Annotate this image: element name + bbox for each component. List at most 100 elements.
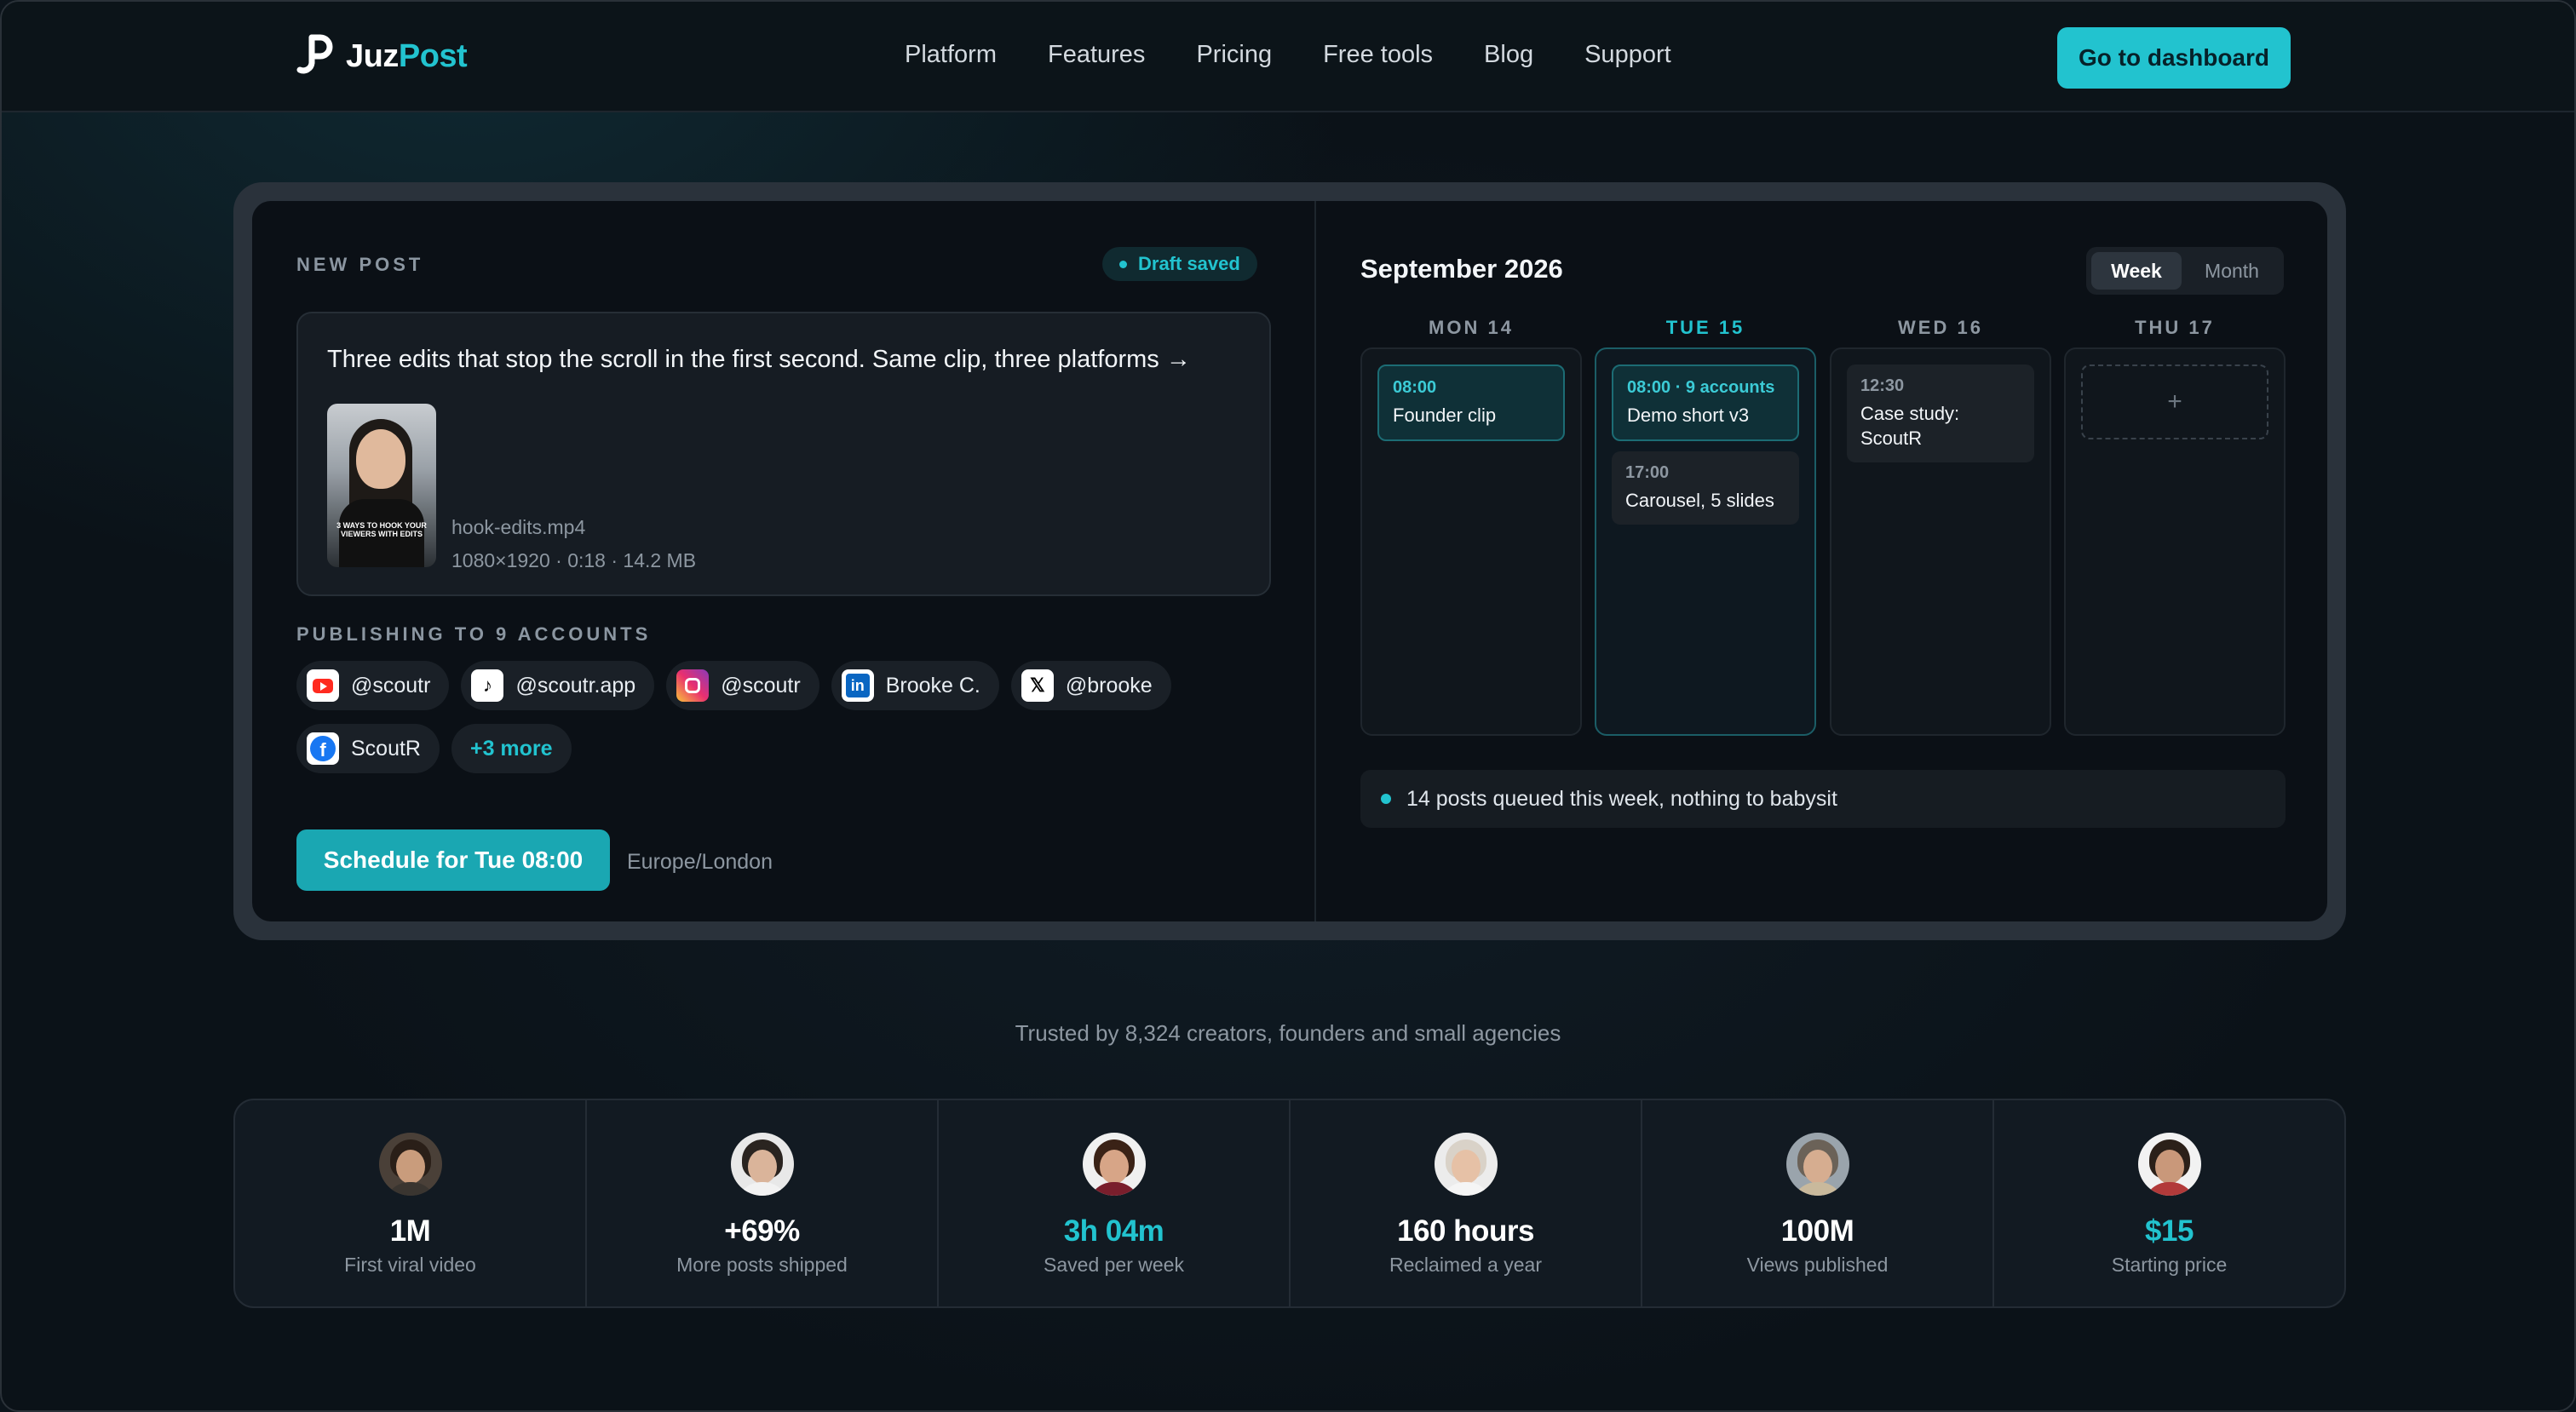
thumbnail-face xyxy=(356,429,405,489)
nav-link-support[interactable]: Support xyxy=(1584,41,1671,69)
browser-window: JuzPost Platform Features Pricing Free t… xyxy=(0,0,2576,1412)
post-title: Founder clip xyxy=(1393,405,1497,426)
avatar-face xyxy=(2154,1150,2184,1184)
stat-label: Views published xyxy=(1746,1254,1889,1276)
avatar-face xyxy=(1803,1150,1832,1184)
avatar-body xyxy=(1439,1182,1492,1196)
scheduled-post[interactable]: 17:00 Carousel, 5 slides xyxy=(1612,451,1799,525)
status-dot-icon xyxy=(1381,794,1391,804)
youtube-icon xyxy=(307,669,339,702)
nav-link-free-tools[interactable]: Free tools xyxy=(1323,41,1433,69)
avatar-body xyxy=(1087,1182,1141,1196)
new-post-label: NEW POST xyxy=(296,254,424,275)
day-column-tue: TUE 15 08:00 · 9 accounts Demo short v3 … xyxy=(1595,317,1816,736)
scheduled-post[interactable]: 12:30 Case study: ScoutR xyxy=(1847,364,2034,462)
post-editor[interactable]: Three edits that stop the scroll in the … xyxy=(296,312,1271,596)
nav-link-features[interactable]: Features xyxy=(1048,41,1145,69)
stat-card: 160 hours Reclaimed a year xyxy=(1291,1100,1642,1306)
facebook-icon: f xyxy=(307,732,339,765)
linkedin-icon: in xyxy=(841,669,874,702)
avatar-face xyxy=(747,1150,777,1184)
nav-link-pricing[interactable]: Pricing xyxy=(1196,41,1272,69)
stat-value: 160 hours xyxy=(1397,1214,1534,1248)
month-view-tab[interactable]: Month xyxy=(2185,252,2279,290)
account-chip-tiktok[interactable]: ♪ @scoutr.app xyxy=(461,661,655,710)
add-post-slot[interactable]: + xyxy=(2081,364,2268,439)
day-column-thu: THU 17 + xyxy=(2064,317,2286,736)
avatar xyxy=(1434,1133,1498,1196)
stat-label: First viral video xyxy=(344,1254,476,1276)
stat-card: 100M Views published xyxy=(1642,1100,1994,1306)
x-icon: 𝕏 xyxy=(1021,669,1054,702)
stat-label: Starting price xyxy=(2111,1254,2228,1276)
nav-link-blog[interactable]: Blog xyxy=(1484,41,1533,69)
calendar-title: September 2026 xyxy=(1360,254,1563,284)
scheduled-post[interactable]: 08:00 · 9 accounts Demo short v3 xyxy=(1612,364,1799,441)
nav-links: Platform Features Pricing Free tools Blo… xyxy=(905,41,1671,69)
day-header: THU 17 xyxy=(2135,317,2215,338)
more-accounts-button[interactable]: +3 more xyxy=(451,724,572,773)
nav-link-platform[interactable]: Platform xyxy=(905,41,997,69)
file-meta: 1080×1920 · 0:18 · 14.2 MB xyxy=(451,549,697,571)
stat-card: 3h 04m Saved per week xyxy=(939,1100,1291,1306)
avatar-face xyxy=(1451,1150,1481,1184)
go-to-dashboard-button[interactable]: Go to dashboard xyxy=(2057,27,2291,89)
stat-value: 3h 04m xyxy=(1063,1214,1164,1248)
stat-value: +69% xyxy=(724,1214,800,1248)
account-handle: Brooke C. xyxy=(885,673,980,697)
scheduled-post[interactable]: 08:00 Founder clip xyxy=(1377,364,1565,441)
day-slot[interactable]: 08:00 Founder clip xyxy=(1360,347,1582,736)
post-composer: NEW POST Draft saved Three edits that st… xyxy=(252,201,1316,921)
account-chips: @scoutr ♪ @scoutr.app @scoutr in Brooke … xyxy=(296,661,1285,773)
queue-status: 14 posts queued this week, nothing to ba… xyxy=(1360,770,2286,828)
video-thumbnail[interactable]: 3 WAYS TO HOOK YOUR VIEWERS WITH EDITS xyxy=(327,404,436,567)
stat-value: 100M xyxy=(1780,1214,1854,1248)
account-chip-instagram[interactable]: @scoutr xyxy=(666,661,819,710)
day-header: MON 14 xyxy=(1429,317,1514,338)
file-name: hook-edits.mp4 xyxy=(451,516,586,538)
day-slot[interactable]: + xyxy=(2064,347,2286,736)
product-preview-panel: NEW POST Draft saved Three edits that st… xyxy=(252,201,2327,921)
account-handle: @brooke xyxy=(1065,673,1153,697)
brand-name: JuzPost xyxy=(346,37,468,74)
week-view-tab[interactable]: Week xyxy=(2091,252,2182,290)
schedule-button[interactable]: Schedule for Tue 08:00 xyxy=(296,829,610,891)
product-preview-frame: NEW POST Draft saved Three edits that st… xyxy=(233,182,2346,940)
day-slot[interactable]: 08:00 · 9 accounts Demo short v3 17:00 C… xyxy=(1595,347,1816,736)
account-chip-x[interactable]: 𝕏 @brooke xyxy=(1010,661,1171,710)
post-title: Demo short v3 xyxy=(1627,405,1750,426)
post-time: 08:00 · 9 accounts xyxy=(1627,378,1775,397)
view-toggle: Week Month xyxy=(2086,247,2284,295)
timezone-label[interactable]: Europe/London xyxy=(627,850,773,875)
instagram-icon xyxy=(676,669,710,702)
account-handle: @scoutr xyxy=(351,673,431,697)
avatar xyxy=(2137,1133,2201,1196)
avatar-body xyxy=(2142,1182,2196,1196)
day-slot[interactable]: 12:30 Case study: ScoutR xyxy=(1830,347,2051,736)
account-chip-linkedin[interactable]: in Brooke C. xyxy=(831,661,999,710)
juzpost-logo-icon xyxy=(296,34,333,74)
day-header: TUE 15 xyxy=(1665,317,1745,338)
avatar xyxy=(730,1133,794,1196)
stat-label: Saved per week xyxy=(1044,1254,1184,1276)
stat-value: 1M xyxy=(389,1214,431,1248)
avatar-body xyxy=(1791,1182,1844,1196)
stats-bar: 1M First viral video +69% More posts shi… xyxy=(233,1099,2346,1308)
avatar-body xyxy=(383,1182,437,1196)
post-title: Case study: ScoutR xyxy=(1860,403,1960,449)
day-header: WED 16 xyxy=(1898,317,1983,338)
stat-label: Reclaimed a year xyxy=(1389,1254,1542,1276)
day-column-mon: MON 14 08:00 Founder clip xyxy=(1360,317,1582,736)
thumbnail-caption: 3 WAYS TO HOOK YOUR VIEWERS WITH EDITS xyxy=(336,521,427,538)
account-chip-facebook[interactable]: f ScoutR xyxy=(296,724,440,773)
avatar-face xyxy=(1099,1150,1129,1184)
account-chip-youtube[interactable]: @scoutr xyxy=(296,661,450,710)
avatar xyxy=(378,1133,442,1196)
avatar-body xyxy=(735,1182,789,1196)
stat-card: $15 Starting price xyxy=(1994,1100,2344,1306)
logo[interactable]: JuzPost xyxy=(296,34,468,78)
post-text[interactable]: Three edits that stop the scroll in the … xyxy=(327,346,1191,374)
draft-status-badge: Draft saved xyxy=(1102,247,1257,281)
queue-note: 14 posts queued this week, nothing to ba… xyxy=(1406,786,1837,811)
account-handle: @scoutr.app xyxy=(515,673,636,697)
